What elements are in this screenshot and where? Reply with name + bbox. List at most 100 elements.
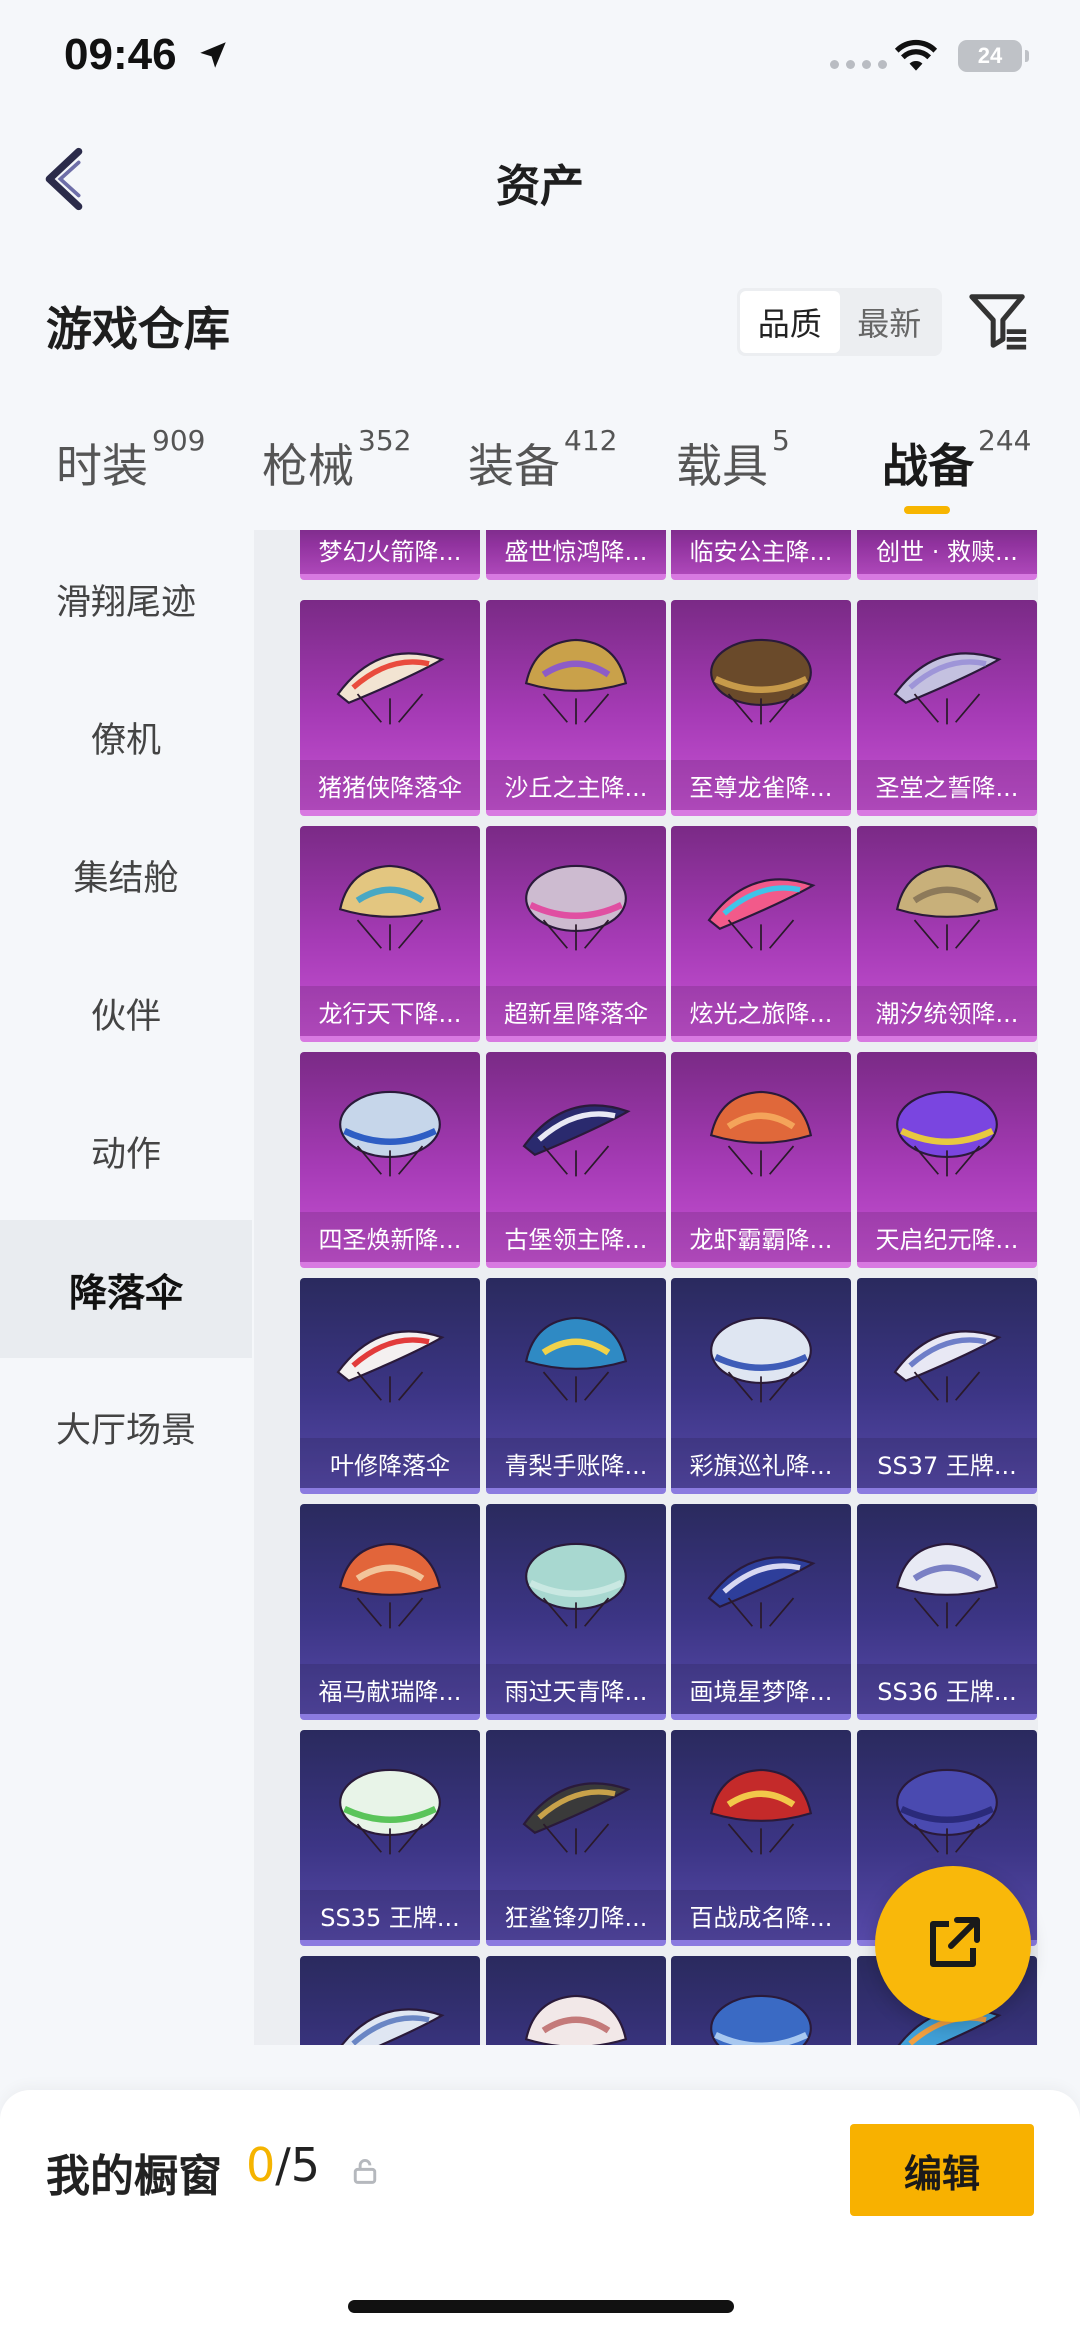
parachute-icon: [671, 1278, 851, 1438]
parachute-icon: [300, 1504, 480, 1664]
filter-icon[interactable]: [968, 288, 1030, 352]
item-card[interactable]: 炫光之旅降...: [671, 826, 851, 1042]
item-card[interactable]: 古堡领主降...: [486, 1052, 666, 1268]
subcategory-list: 滑翔尾迹 僚机 集结舱 伙伴 动作 降落伞 大厅场景: [0, 530, 252, 2045]
showcase-total: /5: [275, 2138, 321, 2192]
item-name: 超新星降落伞: [486, 986, 666, 1036]
item-card[interactable]: 临安公主降...: [671, 530, 851, 580]
parachute-icon: [486, 1504, 666, 1664]
item-name: SS37 王牌...: [857, 1438, 1037, 1488]
item-card[interactable]: 叶修降落伞: [300, 1278, 480, 1494]
item-card[interactable]: 沙丘之主降...: [486, 600, 666, 816]
subcategory-glide-trail[interactable]: 滑翔尾迹: [0, 530, 252, 668]
item-card[interactable]: 福马献瑞降...: [300, 1504, 480, 1720]
tab-label: 载具: [676, 439, 768, 493]
item-card[interactable]: 龙虾霸霸降...: [671, 1052, 851, 1268]
parachute-icon: [857, 1278, 1037, 1438]
parachute-icon: [857, 600, 1037, 760]
sort-toggle: 品质 最新: [737, 288, 942, 356]
item-card[interactable]: 雨过天青降...: [486, 1504, 666, 1720]
item-card[interactable]: 超新星降落伞: [486, 826, 666, 1042]
item-card[interactable]: 创世 · 救赎...: [857, 530, 1037, 580]
item-name: SS35 王牌...: [300, 1890, 480, 1940]
item-name: 圣堂之誓降...: [857, 760, 1037, 810]
item-name: 潮汐统领降...: [857, 986, 1037, 1036]
edit-showcase-button[interactable]: 编辑: [850, 2124, 1034, 2216]
tab-label: 战备: [882, 439, 974, 493]
item-name: 临安公主降...: [671, 530, 851, 574]
location-arrow-icon: [200, 42, 226, 68]
item-card[interactable]: 百战成名降...: [671, 1730, 851, 1946]
parachute-icon: [671, 826, 851, 986]
parachute-icon: [300, 826, 480, 986]
subcategory-parachute[interactable]: 降落伞: [0, 1220, 252, 1358]
tab-label: 时装: [56, 439, 148, 493]
parachute-icon: [300, 1052, 480, 1212]
subcategory-emote[interactable]: 动作: [0, 1082, 252, 1220]
item-card[interactable]: SS37 王牌...: [857, 1278, 1037, 1494]
parachute-icon: [300, 600, 480, 760]
item-card[interactable]: 盛世惊鸿降...: [486, 530, 666, 580]
item-card[interactable]: 梦幻火箭降...: [300, 530, 480, 580]
parachute-icon: [671, 1052, 851, 1212]
share-button[interactable]: [875, 1866, 1031, 2022]
item-card[interactable]: 青梨手账降...: [486, 1278, 666, 1494]
item-card[interactable]: 潮汐统领降...: [857, 826, 1037, 1042]
item-card[interactable]: 龙行天下降...: [300, 826, 480, 1042]
item-card[interactable]: SS35 王牌...: [300, 1730, 480, 1946]
parachute-icon: [300, 1278, 480, 1438]
parachute-icon: [857, 826, 1037, 986]
subcategory-assembly-pod[interactable]: 集结舱: [0, 806, 252, 944]
item-name: 龙行天下降...: [300, 986, 480, 1036]
wifi-icon: [894, 39, 938, 71]
item-name: 猪猪侠降落伞: [300, 760, 480, 810]
subcategory-wingman[interactable]: 僚机: [0, 668, 252, 806]
sort-option-quality[interactable]: 品质: [740, 291, 840, 353]
tab-count: 244: [978, 424, 1032, 457]
item-name: 彩旗巡礼降...: [671, 1438, 851, 1488]
item-card[interactable]: [300, 1956, 480, 2045]
sort-option-latest[interactable]: 最新: [840, 291, 940, 353]
item-card[interactable]: 狂鲨锋刃降...: [486, 1730, 666, 1946]
subcategory-lobby-scene[interactable]: 大厅场景: [0, 1358, 252, 1496]
item-card[interactable]: SS36 王牌...: [857, 1504, 1037, 1720]
item-name: 至尊龙雀降...: [671, 760, 851, 810]
parachute-icon: [486, 1956, 666, 2045]
parachute-icon: [671, 1956, 851, 2045]
item-name: 炫光之旅降...: [671, 986, 851, 1036]
cellular-signal-icon: [830, 60, 887, 69]
tab-weapons[interactable]: 枪械 352: [262, 424, 411, 496]
item-card[interactable]: 圣堂之誓降...: [857, 600, 1037, 816]
tab-count: 5: [772, 424, 790, 457]
item-card[interactable]: 至尊龙雀降...: [671, 600, 851, 816]
item-name: 沙丘之主降...: [486, 760, 666, 810]
nav-bar: 资产: [0, 120, 1080, 236]
item-card[interactable]: [486, 1956, 666, 2045]
tab-equipment[interactable]: 装备 412: [468, 424, 617, 496]
item-name: 叶修降落伞: [300, 1438, 480, 1488]
tab-fashion[interactable]: 时装 909: [56, 424, 205, 496]
tab-count: 909: [152, 424, 206, 457]
section-title: 游戏仓库: [46, 302, 230, 356]
subcategory-companion[interactable]: 伙伴: [0, 944, 252, 1082]
item-card[interactable]: [671, 1956, 851, 2045]
item-card[interactable]: 猪猪侠降落伞: [300, 600, 480, 816]
category-tabs: 时装 909 枪械 352 装备 412 载具 5 战备 244: [0, 424, 1080, 530]
item-name: 青梨手账降...: [486, 1438, 666, 1488]
parachute-icon: [486, 1278, 666, 1438]
tab-gear[interactable]: 战备 244: [882, 424, 1031, 496]
tab-count: 412: [564, 424, 618, 457]
item-card[interactable]: 天启纪元降...: [857, 1052, 1037, 1268]
item-name: 百战成名降...: [671, 1890, 851, 1940]
item-card[interactable]: 四圣焕新降...: [300, 1052, 480, 1268]
parachute-icon: [300, 1956, 480, 2045]
parachute-icon: [486, 1052, 666, 1212]
active-tab-indicator: [904, 506, 950, 514]
parachute-icon: [486, 1730, 666, 1890]
item-name: 福马献瑞降...: [300, 1664, 480, 1714]
item-card[interactable]: 彩旗巡礼降...: [671, 1278, 851, 1494]
item-name: 四圣焕新降...: [300, 1212, 480, 1262]
item-card[interactable]: 画境星梦降...: [671, 1504, 851, 1720]
item-name: 天启纪元降...: [857, 1212, 1037, 1262]
tab-vehicles[interactable]: 载具 5: [676, 424, 790, 496]
